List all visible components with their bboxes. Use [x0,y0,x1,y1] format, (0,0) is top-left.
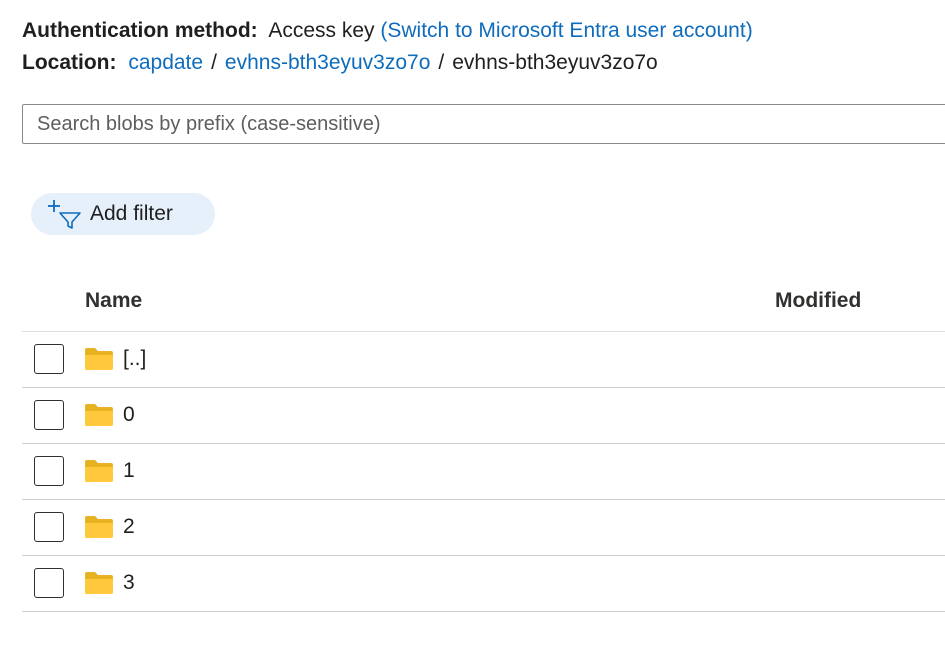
table-row[interactable]: 3 [22,556,945,612]
table-row[interactable]: 1 [22,444,945,500]
switch-auth-link[interactable]: (Switch to Microsoft Entra user account) [380,19,752,42]
breadcrumb-separator: / [438,51,445,74]
row-name[interactable]: 0 [123,403,135,427]
auth-method-line: Authentication method: Access key (Switc… [22,19,753,43]
folder-icon [85,460,113,482]
column-header-modified[interactable]: Modified [775,289,861,313]
table-row[interactable]: 2 [22,500,945,556]
breadcrumb-separator: / [211,51,217,74]
table-row[interactable]: [..] [22,332,945,388]
search-box [22,104,945,144]
breadcrumb: Location: capdate / evhns-bth3eyuv3zo7o / ev… [22,51,658,75]
folder-icon [85,404,113,426]
row-checkbox[interactable] [34,568,64,598]
folder-icon [85,516,113,538]
breadcrumb-link-account[interactable]: capdate [128,51,203,74]
add-filter-button[interactable]: Add filter [31,193,215,235]
blob-table: Name Modified [..] 0 1 2 3 [22,272,945,612]
row-name[interactable]: [..] [123,347,146,371]
column-header-name[interactable]: Name [85,289,142,313]
breadcrumb-current: evhns-bth3eyuv3zo7o [452,51,658,74]
add-filter-label: Add filter [90,202,173,225]
search-input[interactable] [23,105,945,143]
row-checkbox[interactable] [34,400,64,430]
breadcrumb-link-container[interactable]: evhns-bth3eyuv3zo7o [225,51,430,74]
auth-method-label: Authentication method: [22,19,258,42]
folder-icon [85,348,113,370]
table-row[interactable]: 0 [22,388,945,444]
row-name[interactable]: 2 [123,515,135,539]
add-filter-icon [48,200,81,229]
blob-browser: Authentication method: Access key (Switc… [0,0,945,645]
row-checkbox[interactable] [34,456,64,486]
row-name[interactable]: 3 [123,571,135,595]
table-header: Name Modified [22,272,945,332]
row-checkbox[interactable] [34,512,64,542]
row-checkbox[interactable] [34,344,64,374]
auth-method-value: Access key [268,19,375,42]
folder-icon [85,572,113,594]
row-name[interactable]: 1 [123,459,135,483]
location-label: Location: [22,51,117,74]
